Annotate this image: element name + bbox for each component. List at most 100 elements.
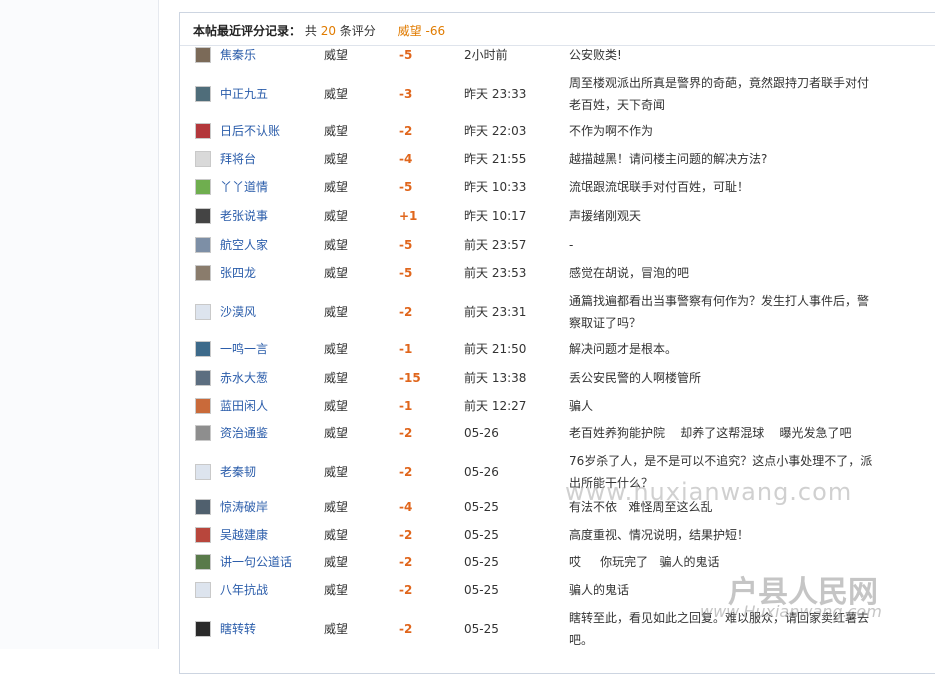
rating-row: 焦秦乐 威望 -5 2小时前 公安败类! — [180, 44, 935, 66]
rating-reason: 越描越黑！请问楼主问题的解决方法? — [569, 152, 768, 166]
rating-reason: 通篇找遍都看出当事警察有何作为？发生打人事件后，警察取证了吗？ — [569, 294, 870, 330]
rating-row: 惊涛破岸 威望 -4 05-25 有法不依 难怪周至这么乱 — [180, 496, 935, 518]
user-link[interactable]: 日后不认账 — [220, 122, 280, 140]
rating-time: 05-25 — [464, 528, 499, 542]
user-avatar[interactable] — [195, 370, 211, 386]
user-avatar[interactable] — [195, 554, 211, 570]
user-avatar[interactable] — [195, 86, 211, 102]
rating-value: -15 — [399, 371, 421, 385]
rating-reason: 流氓跟流氓联手对付百姓，可耻！ — [569, 180, 750, 194]
rating-type: 威望 — [324, 371, 349, 385]
rating-type: 威望 — [324, 209, 349, 223]
user-avatar[interactable] — [195, 123, 211, 139]
user-avatar[interactable] — [195, 499, 211, 515]
rating-reason: 不作为啊不作为 — [569, 124, 654, 138]
rating-time: 05-25 — [464, 500, 499, 514]
rating-type: 威望 — [324, 500, 349, 514]
rating-time: 2小时前 — [464, 48, 508, 62]
user-link[interactable]: 航空人家 — [220, 236, 268, 254]
rating-type: 威望 — [324, 266, 349, 280]
user-avatar[interactable] — [195, 425, 211, 441]
rating-time: 05-25 — [464, 622, 499, 636]
rating-value: -3 — [399, 87, 413, 101]
score-total-label: 威望 — [397, 24, 422, 38]
user-link[interactable]: 八年抗战 — [220, 581, 268, 599]
user-link[interactable]: 资治通鉴 — [220, 424, 268, 442]
rating-row: 沙漠风 威望 -2 前天 23:31 通篇找遍都看出当事警察有何作为？发生打人事件后，警… — [180, 290, 935, 334]
rating-value: -5 — [399, 180, 413, 194]
rating-time: 昨天 21:55 — [464, 152, 527, 166]
user-link[interactable]: 老秦韧 — [220, 463, 256, 481]
rating-value: -5 — [399, 48, 413, 62]
user-link[interactable]: 蓝田闲人 — [220, 397, 268, 415]
rating-type: 威望 — [324, 124, 349, 138]
rating-row: 航空人家 威望 -5 前天 23:57 - — [180, 234, 935, 256]
rating-time: 前天 23:57 — [464, 238, 527, 252]
user-link[interactable]: 讲一句公道话 — [220, 553, 292, 571]
rating-type: 威望 — [324, 238, 349, 252]
rating-time: 前天 23:53 — [464, 266, 527, 280]
user-avatar[interactable] — [195, 341, 211, 357]
user-avatar[interactable] — [195, 464, 211, 480]
rating-type: 威望 — [324, 528, 349, 542]
user-link[interactable]: 张四龙 — [220, 264, 256, 282]
rating-row: 蓝田闲人 威望 -1 前天 12:27 骗人 — [180, 395, 935, 417]
rating-type: 威望 — [324, 465, 349, 479]
rating-value: -2 — [399, 465, 413, 479]
rating-count: 20 — [320, 24, 336, 38]
rating-reason: - — [569, 238, 574, 252]
user-link[interactable]: 瞎转转 — [220, 620, 256, 638]
user-avatar[interactable] — [195, 208, 211, 224]
user-link[interactable]: 老张说事 — [220, 207, 268, 225]
rating-row: 张四龙 威望 -5 前天 23:53 感觉在胡说，冒泡的吧 — [180, 262, 935, 284]
rating-type: 威望 — [324, 152, 349, 166]
rating-summary: 本帖最近评分记录： 共 20 条评分 威望 -66 — [193, 21, 445, 41]
rating-row: 资治通鉴 威望 -2 05-26 老百姓养狗能护院 却养了这帮混球 曝光发急了吧 — [180, 422, 935, 444]
rating-value: +1 — [399, 209, 418, 223]
rating-value: -2 — [399, 583, 413, 597]
rating-reason: 周至楼观派出所真是警界的奇葩，竟然跟持刀者联手对付老百姓，天下奇闻 — [569, 76, 870, 112]
user-link[interactable]: 一鸣一言 — [220, 340, 268, 358]
user-avatar[interactable] — [195, 47, 211, 63]
rating-log-panel: 本帖最近评分记录： 共 20 条评分 威望 -66 焦秦乐 威望 -5 2小时前 公安败… — [179, 12, 935, 674]
user-link[interactable]: 惊涛破岸 — [220, 498, 268, 516]
user-link[interactable]: 焦秦乐 — [220, 46, 256, 64]
user-link[interactable]: 丫丫道情 — [220, 178, 268, 196]
rating-count-suffix: 条评分 — [339, 24, 376, 38]
rating-time: 昨天 22:03 — [464, 124, 527, 138]
user-avatar[interactable] — [195, 398, 211, 414]
rating-row: 八年抗战 威望 -2 05-25 骗人的鬼话 — [180, 579, 935, 601]
user-link[interactable]: 沙漠风 — [220, 303, 256, 321]
rating-time: 昨天 10:33 — [464, 180, 527, 194]
rating-reason: 声援绪刚观天 — [569, 209, 642, 223]
user-avatar[interactable] — [195, 265, 211, 281]
rating-value: -4 — [399, 152, 413, 166]
rating-type: 威望 — [324, 48, 349, 62]
rating-time: 昨天 23:33 — [464, 87, 527, 101]
rating-row: 老张说事 威望 +1 昨天 10:17 声援绪刚观天 — [180, 205, 935, 227]
user-link[interactable]: 吴越建康 — [220, 526, 268, 544]
rating-time: 前天 23:31 — [464, 305, 527, 319]
rating-row: 中正九五 威望 -3 昨天 23:33 周至楼观派出所真是警界的奇葩，竟然跟持刀者联手对… — [180, 72, 935, 116]
user-avatar[interactable] — [195, 582, 211, 598]
user-link[interactable]: 中正九五 — [220, 85, 268, 103]
user-avatar[interactable] — [195, 179, 211, 195]
user-link[interactable]: 赤水大葱 — [220, 369, 268, 387]
user-avatar[interactable] — [195, 237, 211, 253]
rating-reason: 解决问题才是根本。 — [569, 342, 678, 356]
left-gutter — [0, 0, 159, 649]
user-link[interactable]: 拜将台 — [220, 150, 256, 168]
rating-reason: 感觉在胡说，冒泡的吧 — [569, 266, 690, 280]
rating-reason: 骗人的鬼话 — [569, 583, 630, 597]
rating-type: 威望 — [324, 342, 349, 356]
rating-value: -1 — [399, 342, 413, 356]
rating-summary-label: 本帖最近评分记录： — [193, 24, 302, 38]
user-avatar[interactable] — [195, 151, 211, 167]
user-avatar[interactable] — [195, 621, 211, 637]
rating-value: -2 — [399, 124, 413, 138]
rating-time: 05-25 — [464, 555, 499, 569]
user-avatar[interactable] — [195, 527, 211, 543]
rating-reason: 骗人 — [569, 399, 594, 413]
rating-row: 吴越建康 威望 -2 05-25 高度重视、情况说明，结果护短！ — [180, 524, 935, 546]
user-avatar[interactable] — [195, 304, 211, 320]
